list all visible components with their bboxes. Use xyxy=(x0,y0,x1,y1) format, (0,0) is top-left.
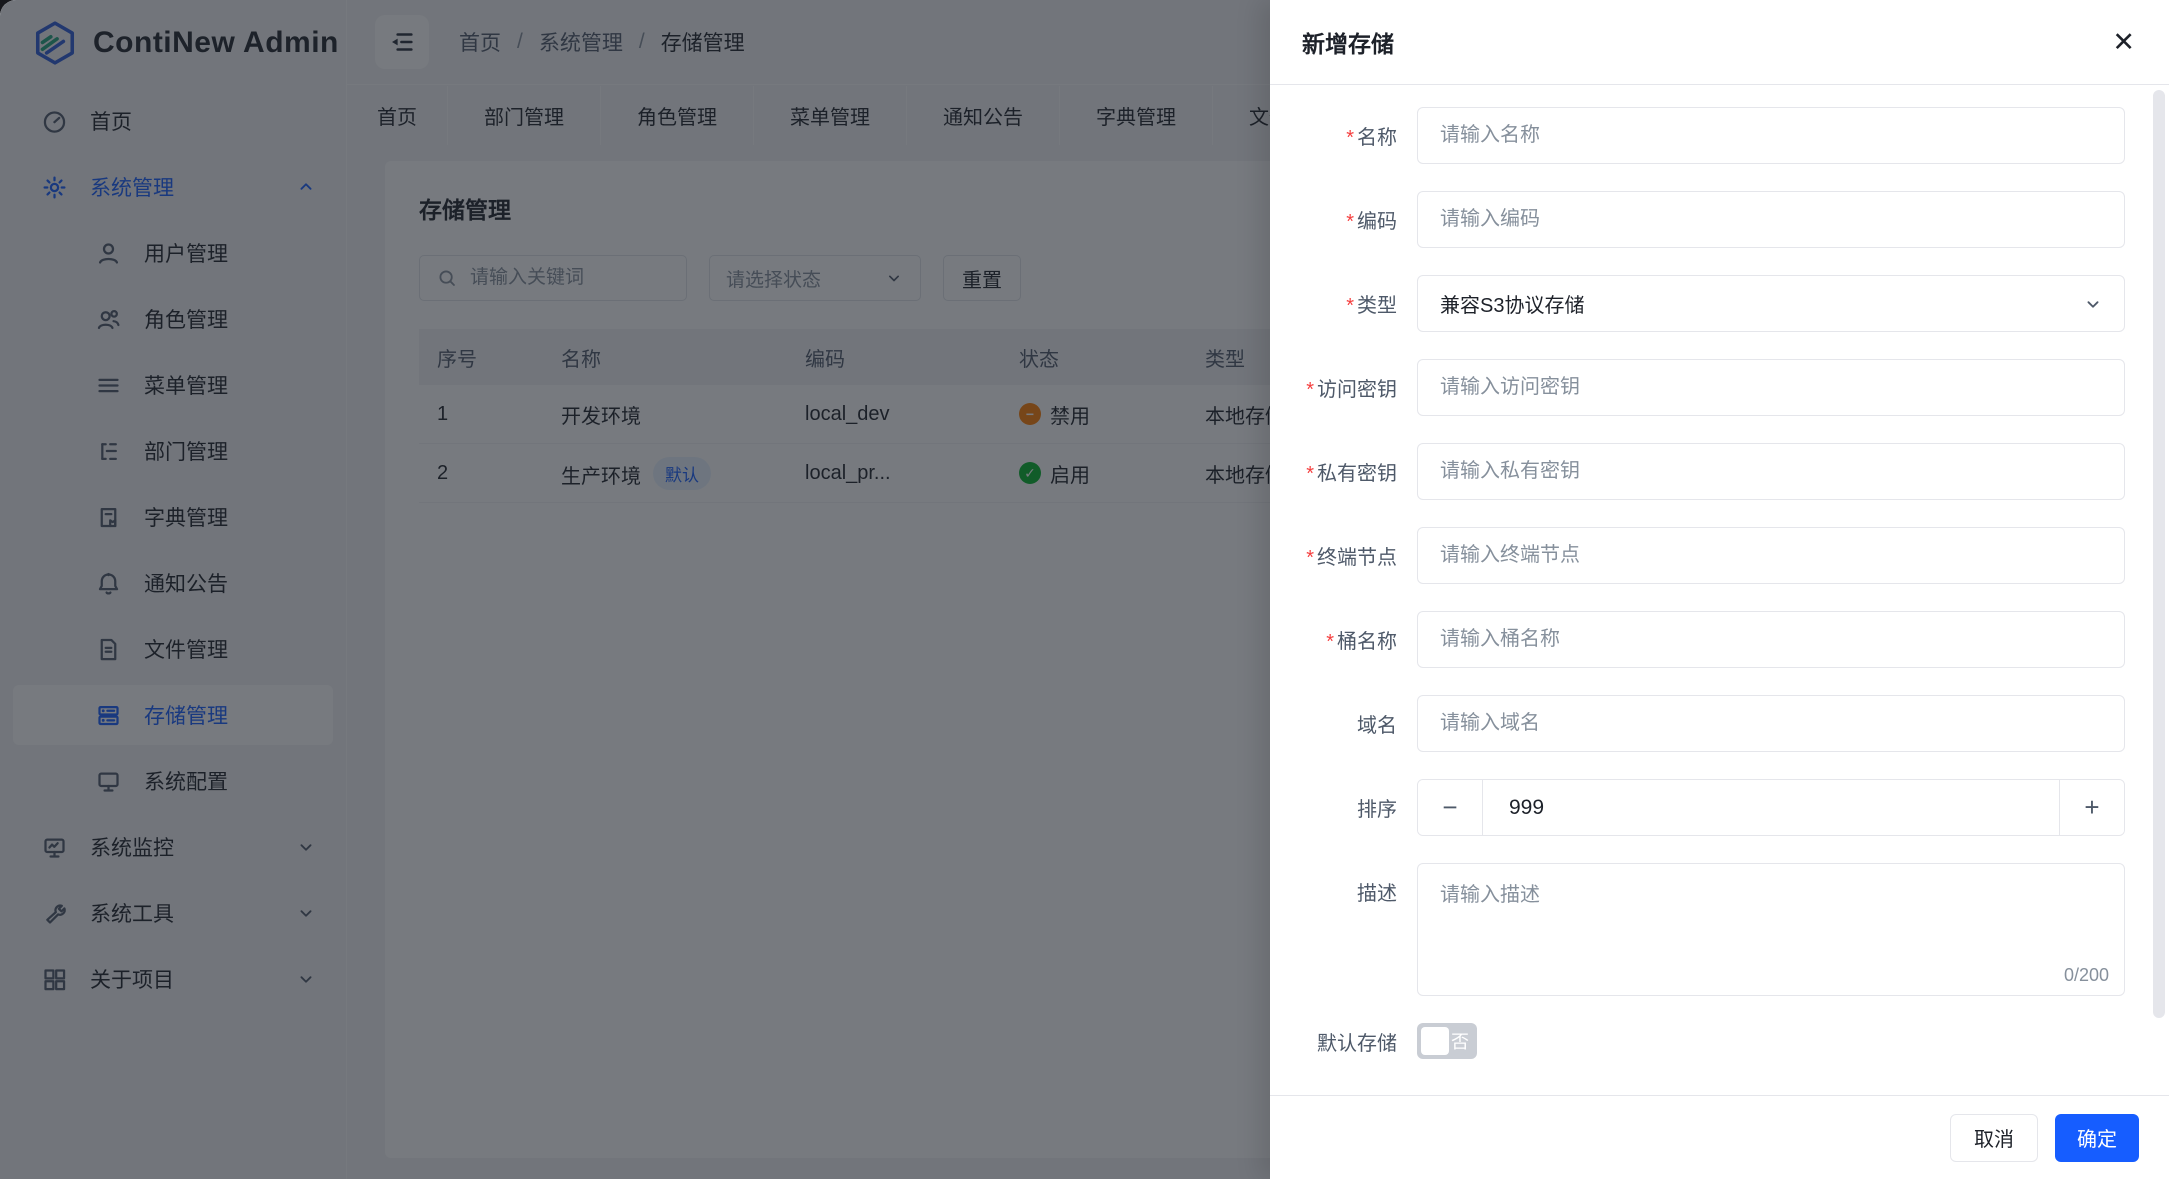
access-key-field[interactable] xyxy=(1417,359,2125,416)
form-row-name: 名称 xyxy=(1270,107,2125,164)
domain-field[interactable] xyxy=(1417,695,2125,752)
field-label: 排序 xyxy=(1357,799,1397,821)
drawer-footer: 取消 确定 xyxy=(1270,1095,2169,1179)
name-field[interactable] xyxy=(1417,107,2125,164)
type-select-value: 兼容S3协议存储 xyxy=(1440,295,1585,317)
drawer-overlay-mask[interactable] xyxy=(0,0,1270,1179)
bucket-name-field[interactable] xyxy=(1417,611,2125,668)
form-row-sort: 排序 − + xyxy=(1270,779,2125,836)
field-label: 默认存储 xyxy=(1317,1032,1397,1055)
stepper-minus-button[interactable]: − xyxy=(1418,780,1483,835)
endpoint-field[interactable] xyxy=(1417,527,2125,584)
form-row-access-key: 访问密钥 xyxy=(1270,359,2125,416)
field-label: 描述 xyxy=(1357,883,1397,905)
form-row-secret-key: 私有密钥 xyxy=(1270,443,2125,500)
drawer-scrollbar-thumb[interactable] xyxy=(2153,90,2165,1018)
form-row-description: 描述 0/200 xyxy=(1270,863,2125,996)
char-counter: 0/200 xyxy=(2063,965,2109,985)
toggle-knob xyxy=(1421,1027,1449,1055)
confirm-button[interactable]: 确定 xyxy=(2055,1113,2139,1162)
toggle-off-label: 否 xyxy=(1451,1032,1469,1052)
field-label: 私有密钥 xyxy=(1270,457,1417,486)
field-label: 终端节点 xyxy=(1270,541,1417,570)
field-label: 域名 xyxy=(1357,715,1397,737)
field-label: 编码 xyxy=(1270,205,1417,234)
description-textarea[interactable] xyxy=(1417,863,2125,996)
chevron-down-icon xyxy=(2082,293,2104,315)
cancel-button[interactable]: 取消 xyxy=(1950,1113,2038,1162)
default-storage-toggle[interactable]: 否 xyxy=(1417,1023,1477,1059)
field-label: 名称 xyxy=(1270,121,1417,150)
sort-value-input[interactable] xyxy=(1483,780,2059,835)
form-row-default-storage: 默认存储 否 xyxy=(1270,1023,2125,1059)
form-row-domain: 域名 xyxy=(1270,695,2125,752)
sort-stepper: − + xyxy=(1417,779,2125,836)
form-row-bucket: 桶名称 xyxy=(1270,611,2125,668)
drawer-title: 新增存储 xyxy=(1302,31,1394,57)
stepper-plus-button[interactable]: + xyxy=(2059,780,2124,835)
code-field[interactable] xyxy=(1417,191,2125,248)
add-storage-drawer: 新增存储 ✕ 名称 编码 类型 兼容S3协议存储 xyxy=(1270,0,2169,1179)
form-row-code: 编码 xyxy=(1270,191,2125,248)
form-row-type: 类型 兼容S3协议存储 xyxy=(1270,275,2125,332)
secret-key-field[interactable] xyxy=(1417,443,2125,500)
type-select[interactable]: 兼容S3协议存储 xyxy=(1417,275,2125,332)
field-label: 桶名称 xyxy=(1270,625,1417,654)
form-row-endpoint: 终端节点 xyxy=(1270,527,2125,584)
close-icon[interactable]: ✕ xyxy=(2112,28,2135,56)
app-window: ContiNew Admin 首页 系统管理 用户管理 xyxy=(0,0,2169,1179)
drawer-form: 名称 编码 类型 兼容S3协议存储 访问密钥 xyxy=(1270,86,2169,1095)
field-label: 访问密钥 xyxy=(1270,373,1417,402)
drawer-header: 新增存储 ✕ xyxy=(1270,0,2169,85)
field-label: 类型 xyxy=(1270,289,1417,318)
